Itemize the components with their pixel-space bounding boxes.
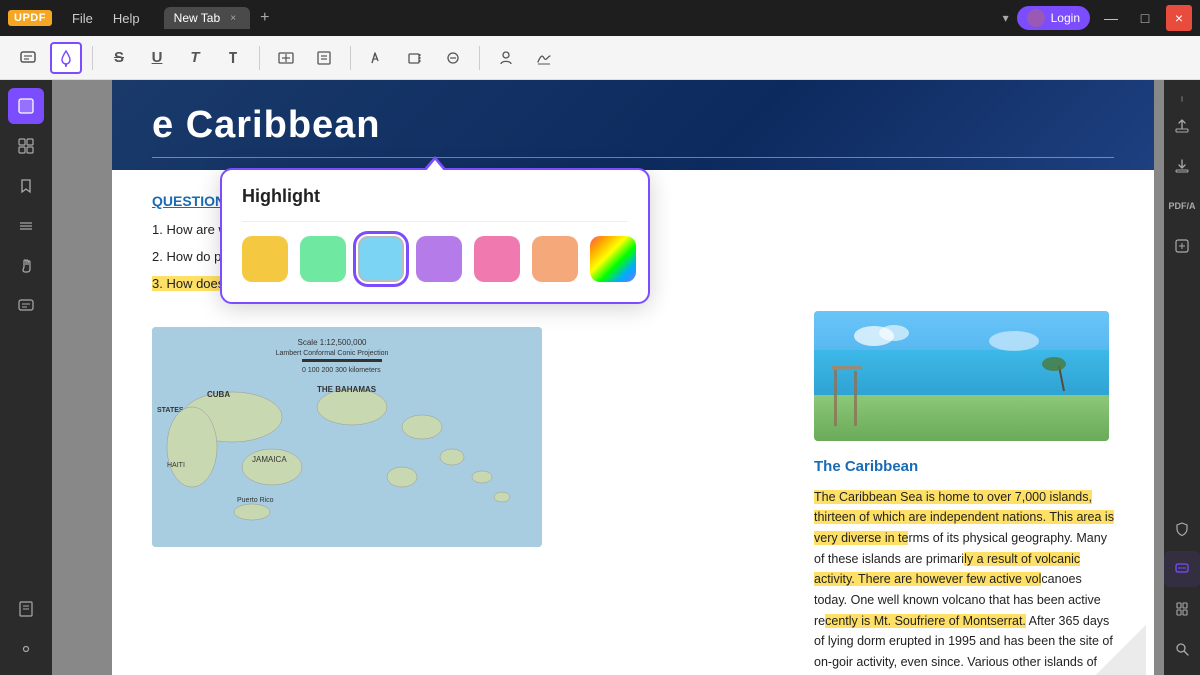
- sidebar-hand-button[interactable]: [8, 248, 44, 284]
- note-tool-button[interactable]: [308, 42, 340, 74]
- right-sidebar-upload-button[interactable]: [1164, 108, 1200, 144]
- highlight-popup: Highlight: [220, 168, 650, 304]
- strikethrough-icon: S: [114, 49, 124, 66]
- right-sidebar-download-button[interactable]: [1164, 148, 1200, 184]
- login-button[interactable]: Login: [1017, 6, 1090, 30]
- highlight-color-blue[interactable]: [358, 236, 404, 282]
- comment-tool-button[interactable]: [12, 42, 44, 74]
- underline-icon: U: [152, 49, 163, 66]
- highlighted-text-3: cently is Mt. Soufriere of Montserrat.: [825, 614, 1026, 628]
- signature-tool-button[interactable]: [528, 42, 560, 74]
- sidebar-bookmark-button[interactable]: [8, 168, 44, 204]
- svg-text:Scale 1:12,500,000: Scale 1:12,500,000: [298, 338, 367, 347]
- right-sidebar-comment-panel-button[interactable]: [1164, 551, 1200, 587]
- divider-2: [259, 46, 260, 70]
- sidebar-highlight-button[interactable]: [8, 88, 44, 124]
- sidebar-layers-button[interactable]: [8, 208, 44, 244]
- left-column: Scale 1:12,500,000 Lambert Conformal Con…: [152, 311, 794, 675]
- svg-text:CUBA: CUBA: [207, 390, 230, 399]
- title-menu: File Help: [64, 7, 148, 30]
- left-sidebar: [0, 80, 52, 675]
- chevron-down-icon[interactable]: ▾: [1003, 11, 1009, 25]
- right-sidebar-pdf-button[interactable]: PDF/A: [1164, 188, 1200, 224]
- tab-bar: New Tab × +: [164, 7, 995, 29]
- svg-text:JAMAICA: JAMAICA: [252, 455, 287, 464]
- sidebar-pages-button[interactable]: [8, 591, 44, 627]
- svg-text:0 100 200 300 kilometers: 0 100 200 300 kilometers: [302, 367, 381, 374]
- highlighted-text-1: The Caribbean Sea is home to over 7,000 …: [814, 490, 1114, 545]
- help-menu[interactable]: Help: [105, 7, 148, 30]
- highlight-tool-button[interactable]: [50, 42, 82, 74]
- right-sidebar: PDF/A: [1164, 80, 1200, 675]
- add-tab-button[interactable]: +: [254, 7, 275, 29]
- highlight-color-pink[interactable]: [474, 236, 520, 282]
- eraser-tool-button[interactable]: [437, 42, 469, 74]
- divider-3: [350, 46, 351, 70]
- content-area: e Caribbean QUESTIONS TO GUIDE INQUIRY 1…: [52, 80, 1164, 675]
- svg-text:Lambert Conformal Conic Projec: Lambert Conformal Conic Projection: [276, 350, 389, 357]
- caribbean-map: Scale 1:12,500,000 Lambert Conformal Con…: [152, 327, 542, 547]
- minimize-button[interactable]: —: [1098, 5, 1124, 31]
- tab-label: New Tab: [174, 11, 220, 25]
- updf-logo: UPDF: [8, 10, 52, 26]
- underline-tool-button[interactable]: U: [141, 42, 173, 74]
- strikethrough-tool-button[interactable]: S: [103, 42, 135, 74]
- toolbar: S U T T: [0, 36, 1200, 80]
- title-actions: ▾ Login — □ ×: [1003, 5, 1192, 31]
- map-svg: Scale 1:12,500,000 Lambert Conformal Con…: [152, 327, 542, 547]
- pdf-page: e Caribbean QUESTIONS TO GUIDE INQUIRY 1…: [112, 80, 1154, 675]
- highlight-color-yellow[interactable]: [242, 236, 288, 282]
- svg-text:Puerto Rico: Puerto Rico: [237, 497, 274, 504]
- tab-close-icon[interactable]: ×: [226, 11, 240, 25]
- new-tab[interactable]: New Tab ×: [164, 7, 250, 29]
- popup-title: Highlight: [242, 186, 628, 207]
- page-header-line: [152, 157, 1114, 158]
- highlighted-text-2: ly a result of volcanic activity. There …: [814, 552, 1080, 587]
- textbox-tool-button[interactable]: [270, 42, 302, 74]
- popup-divider: [242, 221, 628, 222]
- highlight-color-custom[interactable]: [590, 236, 636, 282]
- svg-text:THE BAHAMAS: THE BAHAMAS: [317, 385, 377, 394]
- right-sidebar-convert-button[interactable]: [1164, 228, 1200, 264]
- divider-4: [479, 46, 480, 70]
- draw-tool-button[interactable]: [361, 42, 393, 74]
- stamp-tool-button[interactable]: [490, 42, 522, 74]
- two-column-layout: Scale 1:12,500,000 Lambert Conformal Con…: [152, 311, 1114, 675]
- photo-overlay: [814, 311, 1109, 441]
- sidebar-settings-button[interactable]: [8, 631, 44, 667]
- highlight-color-green[interactable]: [300, 236, 346, 282]
- maximize-button[interactable]: □: [1132, 5, 1158, 31]
- text-italic-icon: T: [190, 49, 199, 66]
- body-text: The Caribbean Sea is home to over 7,000 …: [814, 487, 1114, 675]
- caribbean-photo: [814, 311, 1109, 441]
- right-sidebar-search-button[interactable]: [1164, 631, 1200, 667]
- page-curl: [1096, 625, 1146, 675]
- right-sidebar-handle: [1181, 96, 1183, 102]
- popup-arrow-inner: [425, 160, 445, 172]
- text-italic-tool-button[interactable]: T: [179, 42, 211, 74]
- main-layout: e Caribbean QUESTIONS TO GUIDE INQUIRY 1…: [0, 80, 1200, 675]
- caribbean-section: The Caribbean The Caribbean Sea is home …: [814, 455, 1114, 675]
- typewriter-tool-button[interactable]: T: [217, 42, 249, 74]
- right-sidebar-protect-button[interactable]: [1164, 511, 1200, 547]
- login-label: Login: [1051, 11, 1080, 25]
- title-bar: UPDF File Help New Tab × + ▾ Login — □ ×: [0, 0, 1200, 36]
- highlight-color-orange[interactable]: [532, 236, 578, 282]
- highlight-color-purple[interactable]: [416, 236, 462, 282]
- user-avatar-icon: [1027, 9, 1045, 27]
- page-header-title: e Caribbean: [152, 104, 381, 147]
- svg-text:HAITI: HAITI: [167, 462, 185, 469]
- right-sidebar-pages-panel-button[interactable]: [1164, 591, 1200, 627]
- divider-1: [92, 46, 93, 70]
- sidebar-thumbnail-button[interactable]: [8, 128, 44, 164]
- shape-tool-button[interactable]: [399, 42, 431, 74]
- right-column: The Caribbean The Caribbean Sea is home …: [814, 311, 1114, 675]
- file-menu[interactable]: File: [64, 7, 101, 30]
- section-title: The Caribbean: [814, 455, 1114, 479]
- color-swatches: [242, 236, 628, 282]
- page-header: e Caribbean: [112, 80, 1154, 170]
- typewriter-icon: T: [228, 49, 237, 67]
- close-button[interactable]: ×: [1166, 5, 1192, 31]
- sidebar-comment-button[interactable]: [8, 288, 44, 324]
